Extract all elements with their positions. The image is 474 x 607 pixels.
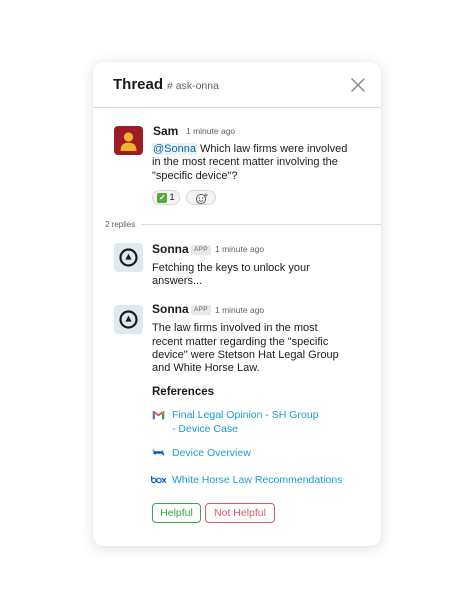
helpful-button[interactable]: Helpful xyxy=(152,503,201,523)
add-reaction-button[interactable] xyxy=(186,190,216,205)
reference-link-device-overview[interactable]: Device Overview xyxy=(172,447,251,460)
message-author[interactable]: Sam xyxy=(153,124,178,138)
app-badge: APP xyxy=(191,245,211,255)
sonna-avatar[interactable] xyxy=(114,305,143,334)
thread-header: Thread # ask-onna xyxy=(93,62,381,108)
sonna-avatar[interactable] xyxy=(114,243,143,272)
references-heading: References xyxy=(152,386,215,398)
message-author[interactable]: Sonna xyxy=(152,302,189,316)
reference-link-recommendations[interactable]: White Horse Law Recommendations xyxy=(172,474,342,487)
message-text-line: @Sonna Which law firms were involved xyxy=(152,142,347,156)
message-text-line: and White Horse Law. xyxy=(152,362,260,374)
thread-panel: Thread # ask-onna Sam 1 minute ago @Sonn… xyxy=(93,62,381,546)
message-text-line: device" were Stetson Hat Legal Group xyxy=(152,349,339,361)
onna-logo-icon xyxy=(119,310,138,329)
onna-logo-icon xyxy=(119,248,138,267)
reply-count: 2 replies xyxy=(105,220,136,229)
channel-name[interactable]: # ask-onna xyxy=(167,80,219,92)
message-text: Which law firms were involved xyxy=(196,143,348,155)
reference-link-legal-opinion[interactable]: - Device Case xyxy=(172,423,238,436)
reaction-check[interactable]: ✓ 1 xyxy=(152,190,180,205)
reference-link-legal-opinion[interactable]: Final Legal Opinion - SH Group xyxy=(172,409,319,422)
message-text-line: answers... xyxy=(152,275,203,287)
message-text-line: The law firms involved in the most xyxy=(152,322,318,334)
divider xyxy=(141,224,381,225)
confluence-icon xyxy=(152,449,165,456)
add-emoji-icon xyxy=(195,193,208,205)
close-icon xyxy=(351,78,365,92)
thread-title: Thread xyxy=(113,76,164,93)
user-icon xyxy=(120,132,137,151)
message-timestamp[interactable]: 1 minute ago xyxy=(215,305,264,315)
box-icon xyxy=(151,476,167,484)
message-timestamp[interactable]: 1 minute ago xyxy=(186,126,235,136)
check-mark-icon: ✓ xyxy=(157,192,168,203)
message-author[interactable]: Sonna xyxy=(152,242,189,256)
user-mention[interactable]: @Sonna xyxy=(152,143,197,155)
message-text-line: recent matter regarding the "specific xyxy=(152,336,329,348)
app-badge: APP xyxy=(191,305,211,315)
message-timestamp[interactable]: 1 minute ago xyxy=(215,244,264,254)
gmail-icon xyxy=(152,410,165,420)
message-text-line: "specific device"? xyxy=(152,170,238,182)
close-button[interactable] xyxy=(349,76,367,94)
message-text-line: Fetching the keys to unlock your xyxy=(152,262,310,274)
message-text-line: in the most recent matter involving the xyxy=(152,156,338,168)
reaction-count: 1 xyxy=(169,192,175,203)
not-helpful-button[interactable]: Not Helpful xyxy=(205,503,275,523)
sam-avatar[interactable] xyxy=(114,126,143,155)
